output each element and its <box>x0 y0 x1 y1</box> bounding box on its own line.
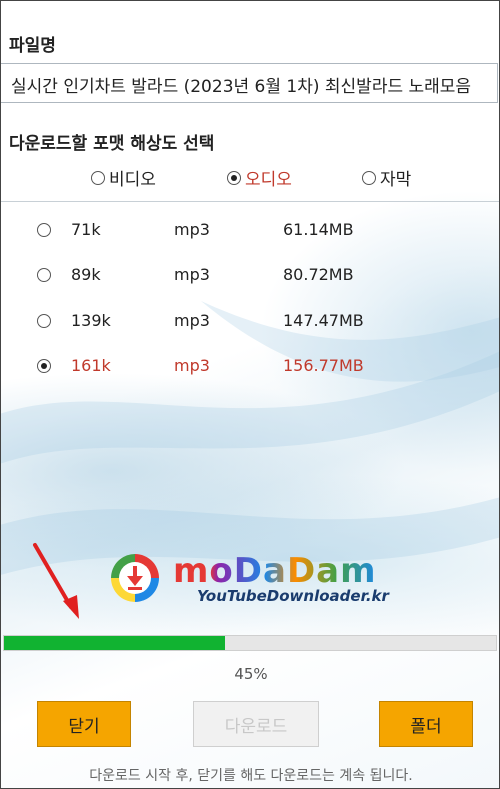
option-size: 80.72MB <box>283 265 354 284</box>
tab-video-label: 비디오 <box>109 170 156 190</box>
option-format: mp3 <box>174 220 210 239</box>
option-radio[interactable] <box>37 359 51 373</box>
brand-logo: moDaDam YouTubeDownloader.kr <box>111 551 401 613</box>
format-type-tabs: 비디오 오디오 자막 <box>1 165 499 193</box>
close-button[interactable]: 닫기 <box>37 701 131 747</box>
option-format: mp3 <box>174 265 210 284</box>
option-size: 156.77MB <box>283 356 364 375</box>
tab-audio[interactable]: 오디오 <box>227 165 292 190</box>
option-size: 147.47MB <box>283 311 364 330</box>
option-format: mp3 <box>174 356 210 375</box>
option-row[interactable]: 71k mp3 61.14MB <box>1 214 499 244</box>
brand-wordmark: moDaDam <box>173 551 377 591</box>
filename-field[interactable]: 실시간 인기차트 발라드 (2023년 6월 1차) 최신발라드 노래모음 <box>1 63 498 103</box>
download-progress-bar <box>3 635 497 651</box>
option-bitrate: 139k <box>71 311 111 330</box>
radio-audio[interactable] <box>227 170 241 185</box>
radio-subtitle[interactable] <box>362 170 376 185</box>
option-size: 61.14MB <box>283 220 354 239</box>
option-radio[interactable] <box>37 223 51 237</box>
option-radio[interactable] <box>37 314 51 328</box>
progress-percent: 45% <box>234 665 268 683</box>
folder-button[interactable]: 폴더 <box>379 701 473 747</box>
footer-note: 다운로드 시작 후, 닫기를 해도 다운로드는 계속 됩니다. <box>89 768 413 784</box>
tab-audio-label: 오디오 <box>245 170 292 190</box>
red-arrow-icon <box>33 543 79 619</box>
tab-subtitle[interactable]: 자막 <box>362 165 411 190</box>
format-select-title: 다운로드할 포맷 해상도 선택 <box>9 134 215 154</box>
progress-fill <box>4 636 226 650</box>
radio-video[interactable] <box>91 170 105 185</box>
brand-url: YouTubeDownloader.kr <box>197 587 389 605</box>
tab-subtitle-label: 자막 <box>380 170 412 190</box>
filename-label: 파일명 <box>9 36 56 56</box>
option-row-selected[interactable]: 161k mp3 156.77MB <box>1 350 499 380</box>
option-bitrate: 71k <box>71 220 101 239</box>
filename-value: 실시간 인기차트 발라드 (2023년 6월 1차) 최신발라드 노래모음 <box>11 77 472 97</box>
format-options-list: 71k mp3 61.14MB 89k mp3 80.72MB 139k mp3… <box>1 201 499 392</box>
option-bitrate: 89k <box>71 265 101 284</box>
option-row[interactable]: 89k mp3 80.72MB <box>1 259 499 289</box>
download-circle-icon <box>111 554 159 602</box>
option-bitrate: 161k <box>71 356 111 375</box>
option-row[interactable]: 139k mp3 147.47MB <box>1 305 499 335</box>
downloader-window: 파일명 실시간 인기차트 발라드 (2023년 6월 1차) 최신발라드 노래모… <box>0 0 500 789</box>
option-format: mp3 <box>174 311 210 330</box>
option-radio[interactable] <box>37 268 51 282</box>
tab-video[interactable]: 비디오 <box>91 165 156 190</box>
download-button[interactable]: 다운로드 <box>193 701 319 747</box>
